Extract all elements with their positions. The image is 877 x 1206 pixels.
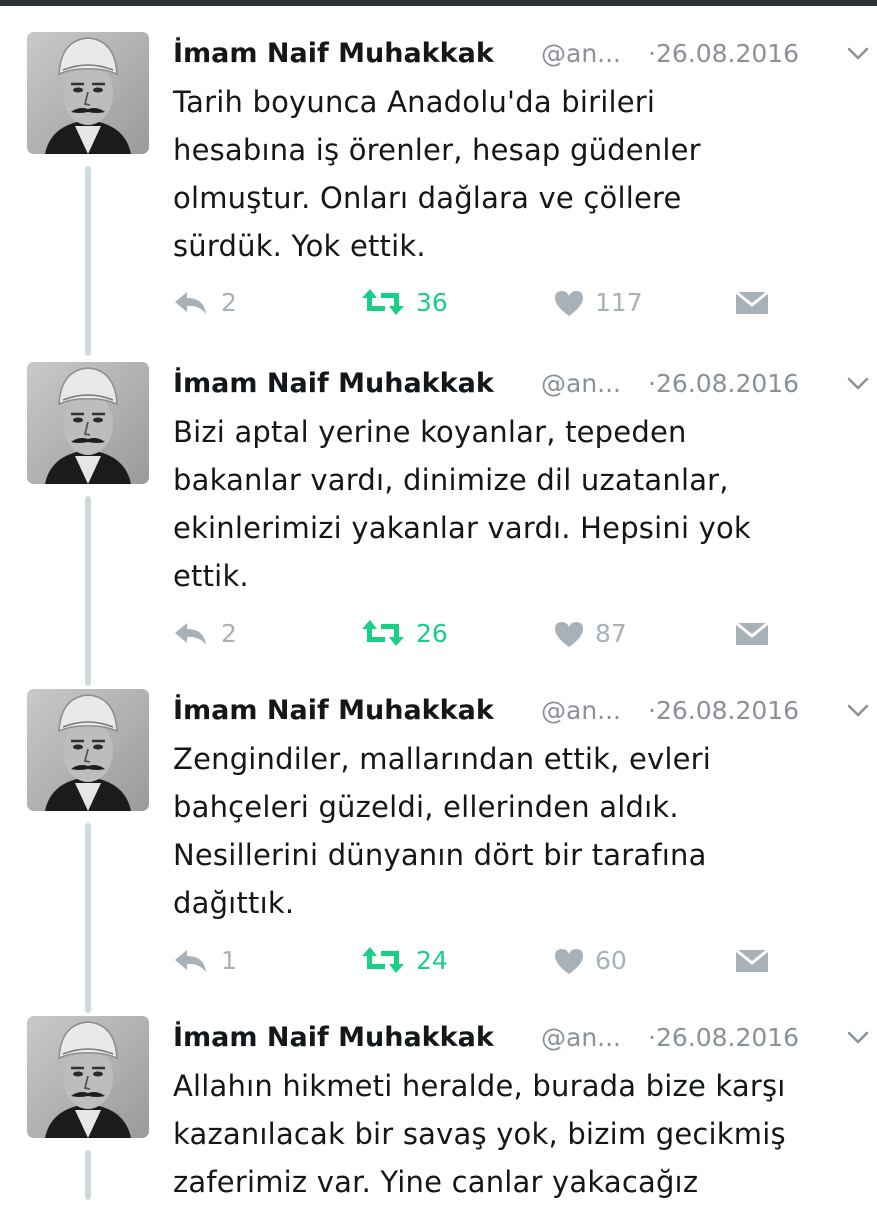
reply-icon	[175, 950, 206, 972]
portrait-image	[27, 1016, 149, 1138]
chevron-down-icon[interactable]	[845, 701, 871, 721]
tweet[interactable]: İmam Naif Muhakkak @an... ·26.08.2016 Bi…	[0, 362, 877, 686]
reply-count: 2	[221, 288, 237, 317]
thread-line	[85, 1150, 91, 1200]
user-handle[interactable]: @an...	[541, 36, 621, 72]
heart-icon	[555, 949, 583, 974]
tweet-date[interactable]: ·26.08.2016	[648, 693, 799, 729]
portrait-image	[27, 32, 149, 154]
envelope-icon	[735, 621, 769, 645]
envelope-icon	[735, 290, 769, 314]
reply-count: 1	[221, 946, 237, 975]
heart-icon	[555, 622, 583, 647]
like-count: 60	[595, 946, 627, 975]
tweet-text: Zengindiler, mallarından ettik, evleri b…	[173, 742, 712, 920]
tweet-header: İmam Naif Muhakkak @an... ·26.08.2016	[173, 366, 873, 406]
thread-line	[85, 823, 91, 1013]
user-handle[interactable]: @an...	[541, 1020, 621, 1056]
like-count: 87	[595, 619, 627, 648]
tweet-date[interactable]: ·26.08.2016	[648, 1020, 799, 1056]
retweet-count: 24	[416, 946, 448, 975]
reply-icon	[175, 292, 206, 314]
display-name[interactable]: İmam Naif Muhakkak	[173, 366, 494, 402]
chevron-down-icon[interactable]	[845, 374, 871, 394]
tweet[interactable]: İmam Naif Muhakkak @an... ·26.08.2016 Ta…	[0, 32, 877, 356]
envelope-icon	[735, 948, 769, 972]
portrait-image	[27, 362, 149, 484]
portrait-image	[27, 689, 149, 811]
reply-count: 2	[221, 619, 237, 648]
thread-line	[85, 496, 91, 686]
retweet-count: 26	[416, 619, 448, 648]
avatar[interactable]	[27, 1016, 149, 1138]
display-name[interactable]: İmam Naif Muhakkak	[173, 36, 494, 72]
retweet-icon	[362, 620, 404, 646]
top-bar	[0, 0, 877, 6]
tweet-text: Allahın hikmeti heralde, burada bize kar…	[173, 1069, 786, 1199]
tweet-actions: 1 24 60	[0, 942, 877, 982]
tweet[interactable]: İmam Naif Muhakkak @an... ·26.08.2016 Ze…	[0, 689, 877, 1013]
retweet-icon	[362, 289, 404, 315]
tweet-date[interactable]: ·26.08.2016	[648, 36, 799, 72]
avatar[interactable]	[27, 32, 149, 154]
like-count: 117	[595, 288, 643, 317]
tweet-header: İmam Naif Muhakkak @an... ·26.08.2016	[173, 36, 873, 76]
retweet-count: 36	[416, 288, 448, 317]
display-name[interactable]: İmam Naif Muhakkak	[173, 1020, 494, 1056]
tweet-text: Bizi aptal yerine koyanlar, tepeden baka…	[173, 415, 751, 593]
avatar[interactable]	[27, 362, 149, 484]
user-handle[interactable]: @an...	[541, 693, 621, 729]
avatar[interactable]	[27, 689, 149, 811]
tweet-header: İmam Naif Muhakkak @an... ·26.08.2016	[173, 1020, 873, 1060]
thread-line	[85, 166, 91, 356]
retweet-icon	[362, 947, 404, 973]
tweet[interactable]: İmam Naif Muhakkak @an... ·26.08.2016 Al…	[0, 1016, 877, 1200]
chevron-down-icon[interactable]	[845, 1028, 871, 1048]
tweet-text: Tarih boyunca Anadolu'da birileri hesabı…	[173, 85, 701, 263]
tweet-date[interactable]: ·26.08.2016	[648, 366, 799, 402]
display-name[interactable]: İmam Naif Muhakkak	[173, 693, 494, 729]
user-handle[interactable]: @an...	[541, 366, 621, 402]
tweet-actions: 2 26 87	[0, 615, 877, 655]
tweet-actions: 2 36 117	[0, 284, 877, 324]
reply-icon	[175, 623, 206, 645]
chevron-down-icon[interactable]	[845, 44, 871, 64]
heart-icon	[555, 291, 583, 316]
tweet-header: İmam Naif Muhakkak @an... ·26.08.2016	[173, 693, 873, 733]
